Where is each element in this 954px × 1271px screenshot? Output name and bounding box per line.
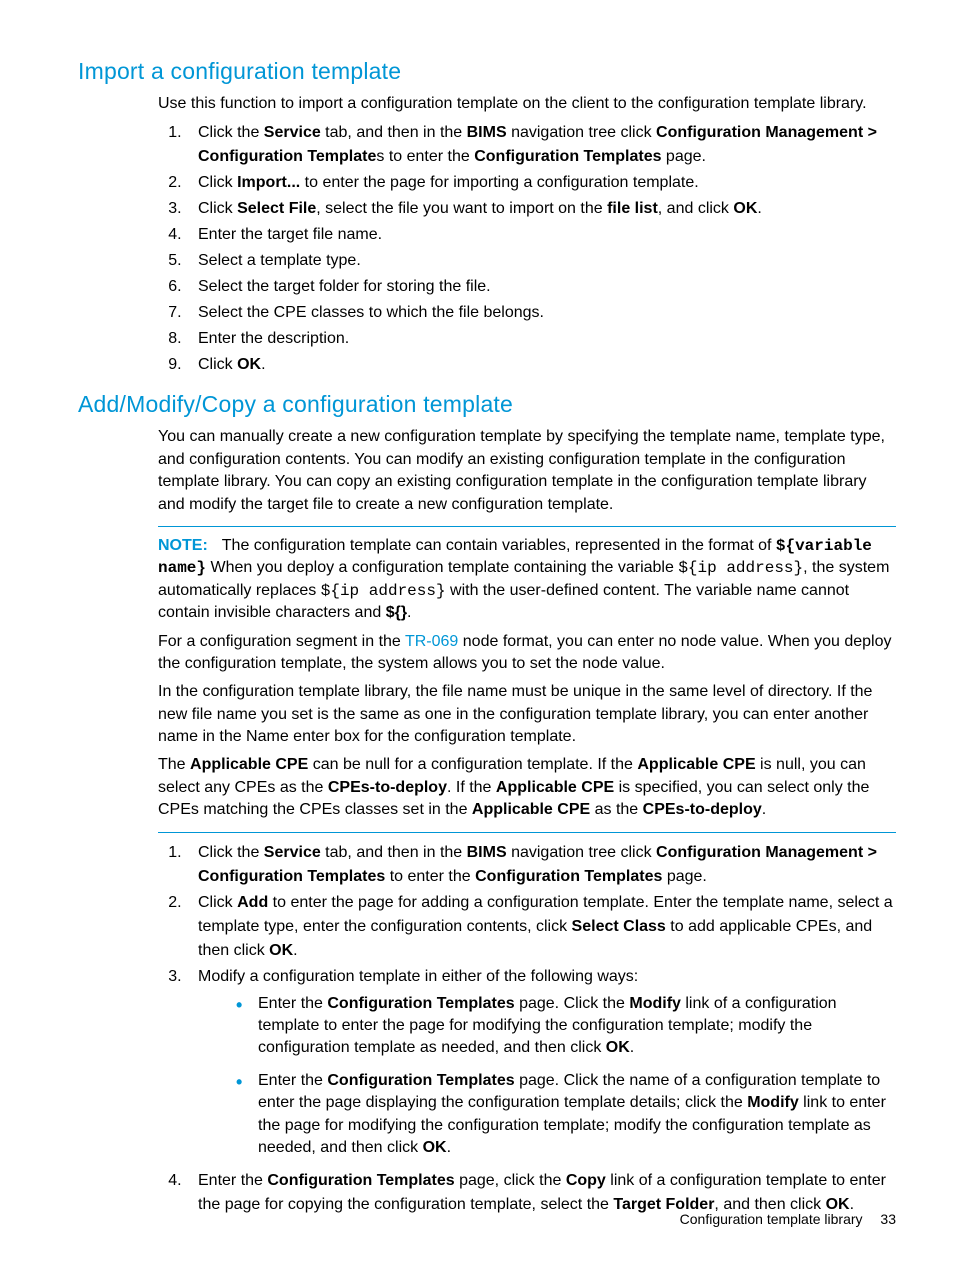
list-item: Click Add to enter the page for adding a… [186, 891, 896, 963]
footer-title: Configuration template library [680, 1211, 863, 1227]
list-item: Click Import... to enter the page for im… [186, 171, 896, 195]
section2-body: You can manually create a new configurat… [158, 426, 896, 1217]
list-item: Click the Service tab, and then in the B… [186, 121, 896, 169]
section1-steps: Click the Service tab, and then in the B… [158, 121, 896, 377]
section2-steps: Click the Service tab, and then in the B… [158, 841, 896, 1218]
page-number: 33 [880, 1211, 896, 1227]
heading-add-modify-copy: Add/Modify/Copy a configuration template [78, 391, 896, 418]
heading-import: Import a configuration template [78, 58, 896, 85]
list-item: Select the CPE classes to which the file… [186, 301, 896, 325]
divider [158, 832, 896, 833]
list-item: Select the target folder for storing the… [186, 275, 896, 299]
list-item: Modify a configuration template in eithe… [186, 965, 896, 1160]
page-footer: Configuration template library 33 [680, 1211, 896, 1227]
intro-paragraph: Use this function to import a configurat… [158, 93, 896, 115]
list-item: Enter the Configuration Templates page. … [236, 993, 896, 1060]
modify-options: Enter the Configuration Templates page. … [198, 993, 896, 1160]
list-item: Select a template type. [186, 249, 896, 273]
list-item: Enter the Configuration Templates page, … [186, 1169, 896, 1217]
note-label: NOTE: [158, 537, 208, 554]
tr-069-link[interactable]: TR-069 [405, 633, 458, 650]
list-item: Enter the description. [186, 327, 896, 351]
note-paragraph: NOTE:The configuration template can cont… [158, 535, 896, 625]
divider [158, 526, 896, 527]
body-paragraph: For a configuration segment in the TR-06… [158, 631, 896, 676]
body-paragraph: The Applicable CPE can be null for a con… [158, 754, 896, 821]
body-paragraph: In the configuration template library, t… [158, 681, 896, 748]
list-item: Click Select File, select the file you w… [186, 197, 896, 221]
section1-body: Use this function to import a configurat… [158, 93, 896, 377]
list-item: Click OK. [186, 353, 896, 377]
intro-paragraph: You can manually create a new configurat… [158, 426, 896, 516]
document-page: Import a configuration template Use this… [0, 0, 954, 1271]
list-item: Enter the target file name. [186, 223, 896, 247]
list-item: Enter the Configuration Templates page. … [236, 1070, 896, 1160]
list-item: Click the Service tab, and then in the B… [186, 841, 896, 889]
